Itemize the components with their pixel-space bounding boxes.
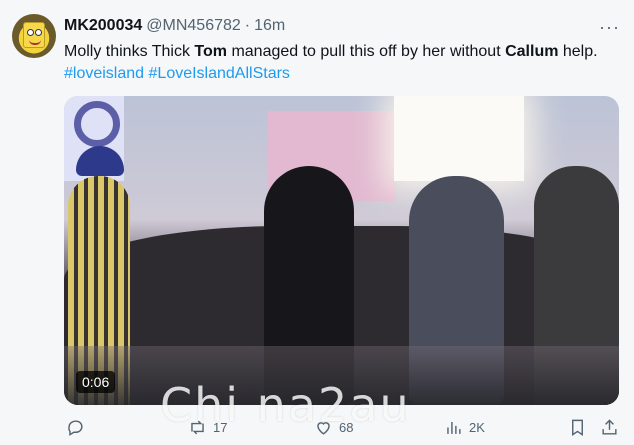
action-bar: 17 68 2K <box>64 418 624 442</box>
bookmark-button[interactable] <box>568 418 587 437</box>
avatar-eye-right <box>35 29 42 36</box>
reply-icon <box>68 420 83 436</box>
hashtags: #loveisland #LoveIslandAllStars <box>64 63 290 85</box>
views-button[interactable]: 2K <box>444 418 485 437</box>
background-logo <box>74 101 120 147</box>
like-button[interactable]: 68 <box>314 418 353 437</box>
tweet-text-part-2: managed to pull this off by her without <box>227 43 506 60</box>
tweet-text: Molly thinks Thick Tom managed to pull t… <box>64 41 624 63</box>
user-handle[interactable]: @MN456782 <box>146 17 241 35</box>
avatar[interactable] <box>12 14 56 58</box>
views-count: 2K <box>469 420 485 435</box>
background-light-panel <box>394 96 524 181</box>
hashtag-loveislandallstars[interactable]: #LoveIslandAllStars <box>149 65 290 82</box>
tweet[interactable]: MK200034 @MN456782 · 16m ··· Molly think… <box>0 0 634 445</box>
tweet-text-part-3: help. <box>558 43 598 60</box>
avatar-eye-left <box>27 29 34 36</box>
share-button[interactable] <box>600 418 619 437</box>
tweet-text-part-1: Molly thinks Thick <box>64 43 195 60</box>
separator-dot: · <box>244 17 251 34</box>
retweet-icon <box>191 420 204 435</box>
hashtag-loveisland[interactable]: #loveisland <box>64 65 144 82</box>
like-count: 68 <box>339 420 354 435</box>
display-name[interactable]: MK200034 <box>64 17 142 35</box>
like-icon <box>317 422 330 435</box>
avatar-face <box>23 22 45 48</box>
views-icon <box>447 421 461 434</box>
tweet-text-bold-callum: Callum <box>505 43 559 60</box>
retweet-button[interactable]: 17 <box>188 418 227 437</box>
tweet-header: MK200034 @MN456782 · 16m <box>64 17 285 35</box>
video-duration: 0:06 <box>76 371 116 393</box>
avatar-mouth <box>29 40 41 45</box>
bookmark-icon <box>572 419 583 436</box>
tweet-text-bold-tom: Tom <box>194 43 227 60</box>
more-icon[interactable]: ··· <box>599 17 620 38</box>
video-player[interactable]: 0:06 <box>64 96 619 405</box>
retweet-count: 17 <box>213 420 228 435</box>
timestamp[interactable]: 16m <box>254 17 285 35</box>
share-icon <box>602 419 617 435</box>
reply-button[interactable] <box>66 418 91 437</box>
